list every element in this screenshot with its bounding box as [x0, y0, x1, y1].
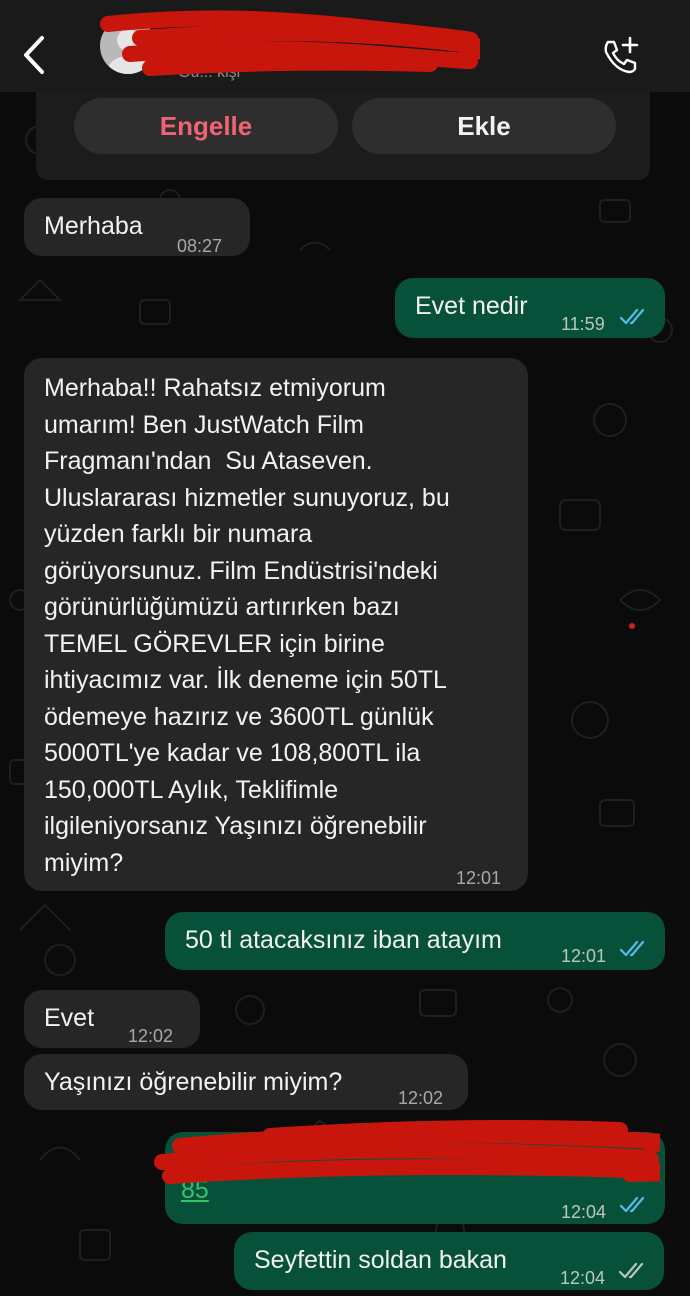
message-line: TEMEL GÖREVLER için birine [44, 629, 385, 658]
add-contact-button[interactable]: Ekle [352, 98, 616, 154]
message-line: Fragmanı'ndan Su Ataseven. [44, 447, 373, 475]
message-time: 12:02 [128, 1026, 174, 1046]
add-call-button[interactable] [600, 36, 640, 76]
message-line: umarım! Ben JustWatch Film [44, 410, 364, 439]
message-text: Yaşınızı öğrenebilir miyim? [44, 1068, 343, 1096]
incoming-message[interactable]: Merhaba!! Rahatsız etmiyorum umarım! Ben… [24, 358, 528, 891]
message-line: 5000TL'ye kadar ve 108,800TL ila [44, 739, 421, 767]
message-time: 12:01 [561, 946, 607, 966]
message-text: Evet [44, 1004, 95, 1032]
message-text: Merhaba [44, 212, 143, 240]
message-time: 12:04 [560, 1268, 606, 1288]
delivered-receipt-icon [618, 1262, 644, 1279]
message-line: görüyorsunuz. Film Endüstrisi'ndeki [44, 556, 438, 585]
message-text: Seyfettin soldan bakan [254, 1246, 507, 1274]
message-line: 150,000TL Aylık, Teklifimle [44, 775, 339, 804]
read-receipt-icon [619, 940, 645, 957]
message-time: 12:04 [561, 1202, 607, 1222]
message-line: Merhaba!! Rahatsız etmiyorum [44, 374, 386, 402]
outgoing-message[interactable]: Evet nedir 11:59 [395, 278, 665, 338]
message-time: 12:01 [456, 868, 502, 888]
chevron-left-icon [24, 36, 44, 74]
person-icon [108, 29, 148, 74]
message-time: 11:59 [561, 314, 605, 334]
message-text: Evet nedir [415, 292, 528, 320]
incoming-message[interactable]: Evet 12:02 [24, 990, 200, 1048]
outgoing-message[interactable]: 85 12:04 [165, 1132, 665, 1224]
iban-link[interactable]: 85 [181, 1172, 209, 1208]
avatar[interactable] [100, 18, 156, 74]
message-line: ihtiyacımız var. İlk deneme için 50TL [44, 666, 447, 694]
outgoing-message[interactable]: Seyfettin soldan bakan 12:04 [234, 1232, 664, 1290]
chat-header: Gu... kişi [0, 0, 690, 92]
message-time: 12:02 [398, 1088, 444, 1108]
unknown-contact-card: Engelle Ekle [36, 92, 650, 180]
incoming-message[interactable]: Yaşınızı öğrenebilir miyim? 12:02 [24, 1054, 468, 1110]
message-text: 50 tl atacaksınız iban atayım [185, 926, 502, 954]
message-line: Uluslararası hizmetler sunuyoruz, bu [44, 483, 450, 512]
read-receipt-icon [619, 308, 645, 325]
incoming-message[interactable]: Merhaba 08:27 [24, 198, 250, 256]
message-line: miyim? [44, 848, 124, 877]
message-line: ilgileniyorsanız Yaşınızı öğrenebilir [44, 812, 427, 840]
block-button[interactable]: Engelle [74, 98, 338, 154]
message-time: 08:27 [177, 236, 223, 256]
contact-subtitle: Gu... kişi [178, 64, 241, 81]
message-line: ödemeye hazırız ve 3600TL günlük [44, 702, 434, 731]
read-receipt-icon [619, 1196, 645, 1213]
message-line: yüzden farklı bir numara [44, 520, 313, 548]
message-line: görünürlüğümüzü artırırken bazı [44, 593, 400, 621]
message-text: Merhaba!! Rahatsız etmiyorum umarım! Ben… [44, 370, 514, 881]
add-call-icon [604, 36, 639, 74]
back-button[interactable] [14, 32, 54, 78]
outgoing-message[interactable]: 50 tl atacaksınız iban atayım 12:01 [165, 912, 665, 970]
